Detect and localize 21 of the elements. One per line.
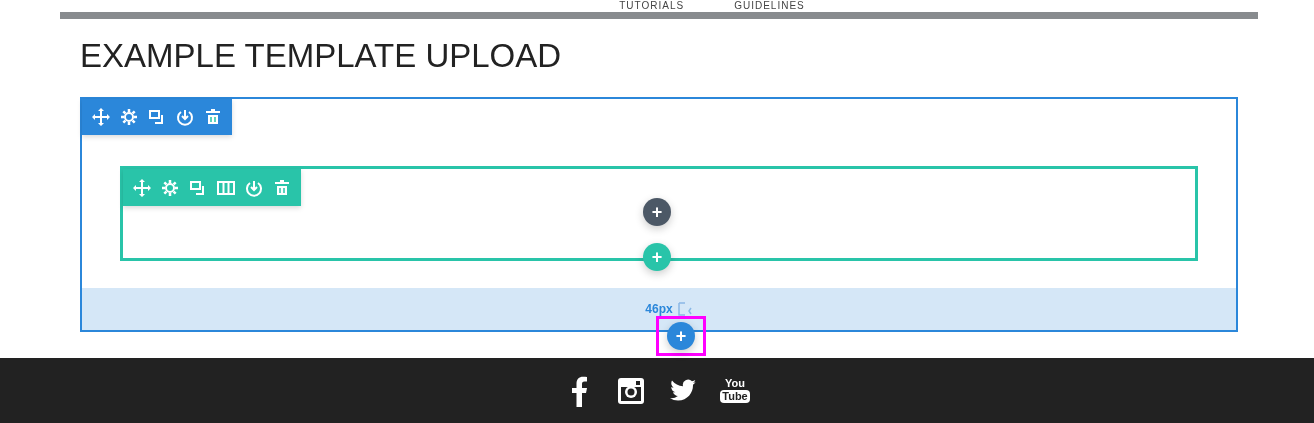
move-icon[interactable] [92, 108, 110, 126]
nav-link[interactable]: TUTORIALS [619, 0, 685, 12]
add-module-button[interactable]: + [643, 198, 671, 226]
code-icon [676, 302, 693, 316]
padding-label: 46px [645, 301, 673, 318]
nav-link[interactable]: GUIDELINES [734, 0, 805, 12]
page-title: EXAMPLE TEMPLATE UPLOAD [80, 36, 563, 76]
settings-icon[interactable] [120, 108, 138, 126]
video-logo[interactable]: You Tube [720, 373, 750, 408]
add-section-button[interactable]: + [667, 322, 695, 350]
power-icon[interactable] [176, 108, 194, 126]
trash-icon[interactable] [273, 178, 291, 197]
section-frame[interactable] [80, 97, 1238, 332]
settings-icon[interactable] [161, 178, 179, 197]
power-icon[interactable] [245, 178, 263, 197]
duplicate-icon[interactable] [189, 178, 207, 197]
duplicate-icon[interactable] [148, 108, 166, 126]
row-frame[interactable] [120, 166, 1198, 261]
move-icon[interactable] [133, 178, 151, 197]
trash-icon[interactable] [204, 108, 222, 126]
columns-icon[interactable] [217, 178, 235, 197]
